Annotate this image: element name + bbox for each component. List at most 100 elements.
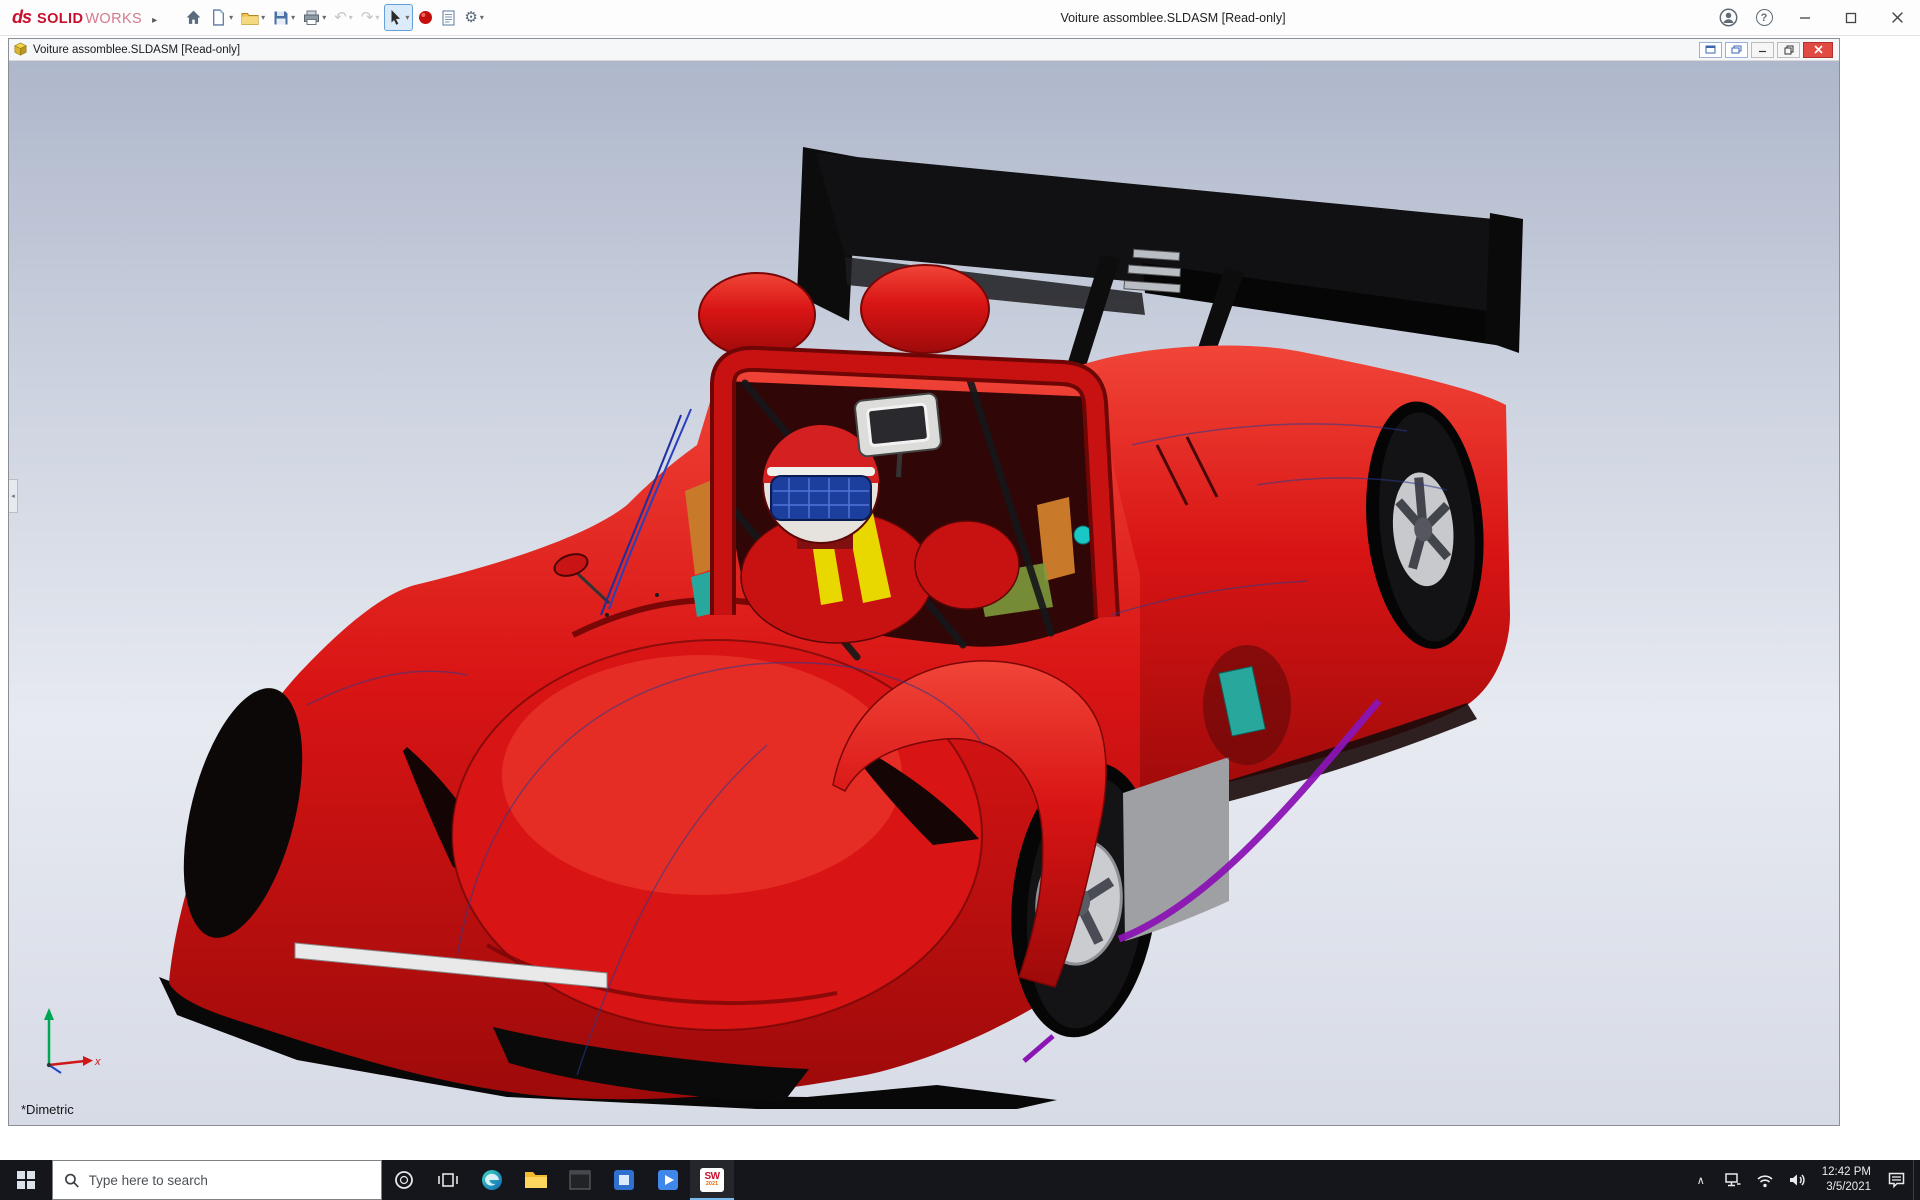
save-button[interactable]: ▾ (270, 4, 298, 31)
3dexperience-sphere-icon (419, 11, 433, 24)
car-assembly-model[interactable] (157, 145, 1525, 1111)
tray-volume-button[interactable] (1782, 1160, 1812, 1200)
select-cursor-icon (391, 10, 401, 25)
solidworks-logo: ds SOLID WORKS ▸ (0, 7, 165, 28)
taskbar-cortana-button[interactable] (382, 1160, 426, 1200)
doc-close-button[interactable] (1803, 41, 1833, 58)
tray-network-button[interactable] (1718, 1160, 1748, 1200)
terminal-icon (569, 1170, 591, 1190)
taskbar-media-app-button[interactable] (646, 1160, 690, 1200)
close-icon (1891, 12, 1903, 23)
dropdown-caret-icon: ▾ (375, 12, 380, 22)
document-title: Voiture assomblee.SLDASM [Read-only] (33, 43, 241, 56)
taskbar-taskview-button[interactable] (426, 1160, 470, 1200)
collapse-arrow-icon: ◂ (11, 493, 15, 500)
dropdown-caret-icon[interactable]: ▾ (229, 13, 233, 22)
help-icon: ? (1755, 9, 1773, 26)
doc-minimize-button[interactable] (1751, 41, 1774, 58)
help-button[interactable]: ? (1746, 0, 1782, 36)
open-button[interactable]: ▾ (238, 4, 268, 31)
gear-icon: ⚙ (464, 9, 478, 26)
new-document-icon (213, 9, 225, 26)
brand-expand-arrow-icon[interactable]: ▸ (152, 15, 157, 26)
select-tool-button[interactable]: ▾ (384, 4, 414, 31)
edge-icon (482, 1170, 502, 1190)
print-button[interactable]: ▾ (300, 4, 329, 31)
redo-button: ↷ ▾ (358, 4, 383, 31)
windows-logo-icon (17, 1171, 35, 1189)
brand-solid-text: SOLID (37, 11, 84, 27)
redo-icon: ↷ (360, 9, 374, 26)
graphics-area[interactable]: x *Dimetric ◂ (9, 61, 1839, 1125)
ds-logo-icon: ds (12, 7, 32, 27)
file-explorer-icon (525, 1172, 547, 1188)
document-properties-icon (442, 10, 455, 25)
doc-window-button-b[interactable] (1725, 41, 1748, 58)
app-minimize-button[interactable] (1782, 0, 1828, 36)
document-titlebar[interactable]: Voiture assomblee.SLDASM [Read-only] (9, 39, 1839, 61)
network-icon (1725, 1173, 1741, 1187)
dropdown-caret-icon[interactable]: ▾ (261, 13, 265, 22)
search-input[interactable] (88, 1172, 370, 1188)
clock-date: 3/5/2021 (1826, 1181, 1871, 1193)
show-desktop-button[interactable] (1913, 1160, 1918, 1200)
taskbar-search[interactable] (52, 1160, 382, 1200)
system-tray: ∧ 12:42 PM 3/5/2021 (1686, 1160, 1920, 1200)
clock-time: 12:42 PM (1821, 1166, 1871, 1179)
app-title: Voiture assomblee.SLDASM [Read-only] (1060, 11, 1286, 25)
window-icon (1705, 45, 1716, 54)
cortana-icon (395, 1171, 413, 1189)
home-button[interactable] (182, 4, 205, 31)
open-folder-icon (241, 12, 259, 25)
chevron-up-icon: ∧ (1696, 1174, 1705, 1187)
user-account-button[interactable] (1710, 0, 1746, 36)
orientation-triad-icon: x (44, 1008, 101, 1074)
user-account-icon (1719, 8, 1737, 27)
titlebar-right-cluster: ? (1710, 0, 1920, 35)
app-titlebar: ds SOLID WORKS ▸ ▾ ▾ ▾ ▾ ↶ ▾ ↷ ▾ ▾ ⚙ ▾ V… (0, 0, 1920, 36)
task-view-icon (438, 1173, 458, 1187)
window-icon (1731, 45, 1742, 54)
wifi-icon (1757, 1174, 1773, 1187)
media-app-icon (658, 1170, 678, 1190)
doc-window-button-a[interactable] (1699, 41, 1722, 58)
document-properties-button[interactable] (438, 4, 459, 31)
options-button[interactable]: ⚙ ▾ (461, 4, 486, 31)
dropdown-caret-icon[interactable]: ▾ (405, 13, 409, 22)
doc-restore-button[interactable] (1777, 41, 1800, 58)
action-center-button[interactable] (1881, 1160, 1911, 1200)
new-document-button[interactable]: ▾ (207, 4, 236, 31)
action-center-icon (1888, 1172, 1904, 1189)
windows-taskbar: SW 2021 ∧ 12:42 PM 3/5/2021 (0, 1160, 1920, 1200)
solidworks-icon: SW 2021 (700, 1168, 724, 1192)
dropdown-caret-icon: ▾ (348, 12, 353, 22)
save-icon (274, 11, 288, 24)
minimize-icon (1759, 50, 1766, 53)
app-maximize-button[interactable] (1828, 0, 1874, 36)
undo-icon: ↶ (334, 9, 347, 26)
3dexperience-button[interactable] (415, 4, 436, 31)
close-icon (1813, 45, 1823, 54)
panel-collapse-handle[interactable]: ◂ (9, 479, 18, 513)
app-close-button[interactable] (1874, 0, 1920, 36)
quick-access-toolbar: ▾ ▾ ▾ ▾ ↶ ▾ ↷ ▾ ▾ ⚙ ▾ (181, 0, 488, 35)
print-icon (304, 10, 320, 25)
taskbar-clock[interactable]: 12:42 PM 3/5/2021 (1814, 1165, 1879, 1195)
svg-text:x: x (94, 1056, 101, 1068)
taskbar-edge-button[interactable] (470, 1160, 514, 1200)
taskbar-solidworks-button[interactable]: SW 2021 (690, 1160, 734, 1200)
taskbar-app-blue-button[interactable] (602, 1160, 646, 1200)
dropdown-caret-icon[interactable]: ▾ (322, 13, 326, 22)
maximize-icon (1845, 12, 1857, 23)
dropdown-caret-icon[interactable]: ▾ (480, 13, 484, 22)
view-orientation-label: *Dimetric (21, 1102, 74, 1117)
undo-button: ↶ ▾ (331, 4, 356, 31)
taskbar-terminal-button[interactable] (558, 1160, 602, 1200)
home-icon (186, 10, 201, 24)
taskbar-explorer-button[interactable] (514, 1160, 558, 1200)
blue-app-icon (614, 1170, 634, 1190)
tray-wifi-button[interactable] (1750, 1160, 1780, 1200)
start-button[interactable] (0, 1160, 52, 1200)
tray-overflow-button[interactable]: ∧ (1686, 1160, 1716, 1200)
dropdown-caret-icon[interactable]: ▾ (291, 13, 295, 22)
